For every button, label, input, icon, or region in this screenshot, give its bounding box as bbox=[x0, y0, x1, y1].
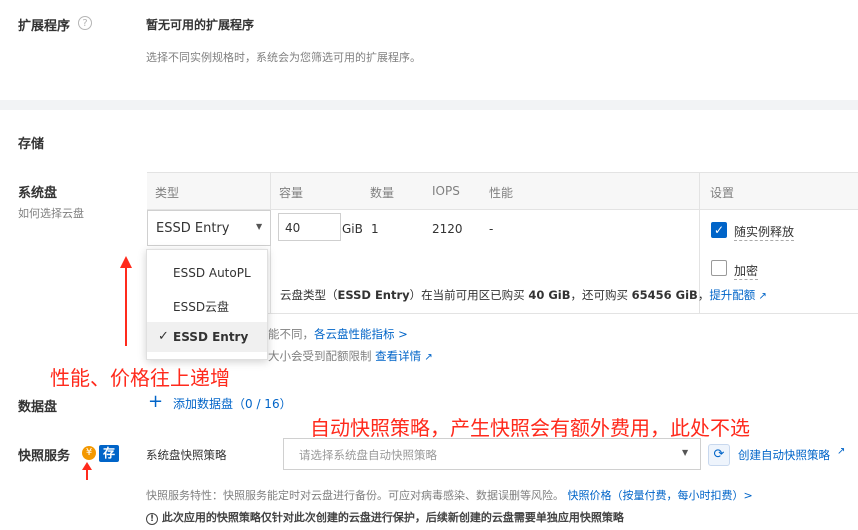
annotation-up-arrow-icon bbox=[120, 256, 132, 346]
view-details-link[interactable]: 查看详情 bbox=[375, 349, 421, 363]
encrypt-label: 加密 bbox=[734, 264, 759, 280]
caret-down-icon: ▼ bbox=[682, 448, 689, 457]
snapshot-policy-label: 系统盘快照策略 bbox=[146, 448, 227, 462]
dropdown-option[interactable]: ESSD AutoPL bbox=[147, 258, 267, 288]
feature-desc: 快照服务特性：快照服务能定时对云盘进行备份。可应对病毒感染、数据误删等风险。 bbox=[146, 489, 564, 502]
disk-iops: 2120 bbox=[432, 222, 463, 236]
encrypt-checkbox[interactable] bbox=[711, 260, 727, 276]
capacity-value: 40 bbox=[285, 221, 301, 235]
snapshot-policy-placeholder: 请选择系统盘自动快照策略 bbox=[299, 448, 437, 462]
add-data-disk-button[interactable]: 添加数据盘（0 / 16） bbox=[173, 395, 292, 412]
quota-text: ，还可购买 bbox=[570, 288, 632, 302]
annotation-small-arrow-icon bbox=[82, 462, 92, 480]
option-label: ESSD云盘 bbox=[173, 300, 230, 314]
section-divider bbox=[0, 100, 858, 110]
info-icon: ! bbox=[146, 513, 158, 525]
perf-metrics-link[interactable]: 各云盘性能指标 > bbox=[314, 327, 408, 341]
system-disk-label: 系统盘 bbox=[18, 186, 58, 201]
help-icon[interactable]: ? bbox=[78, 16, 92, 30]
extension-status: 暂无可用的扩展程序 bbox=[146, 18, 255, 32]
data-disk-label: 数据盘 bbox=[18, 400, 58, 415]
release-with-instance-label: 随实例释放 bbox=[734, 225, 795, 241]
create-snapshot-policy-link[interactable]: 创建自动快照策略 bbox=[738, 447, 830, 463]
storage-badge: 存 bbox=[99, 445, 119, 462]
how-to-choose-disk-link[interactable]: 如何选择云盘 bbox=[18, 205, 84, 221]
disk-type-value: ESSD Entry bbox=[156, 221, 230, 236]
col-type: 类型 bbox=[155, 186, 180, 200]
dropdown-option[interactable]: ESSD云盘 bbox=[147, 290, 267, 320]
release-with-instance-checkbox[interactable]: ✓ bbox=[711, 222, 727, 238]
col-iops: IOPS bbox=[432, 184, 460, 198]
quota-type: ESSD Entry bbox=[337, 288, 410, 302]
snapshot-service-label: 快照服务 bbox=[18, 449, 71, 464]
snapshot-policy-select[interactable]: 请选择系统盘自动快照策略 ▼ bbox=[283, 438, 701, 470]
option-label: ESSD Entry bbox=[173, 330, 249, 344]
limit-note: 大小会受到配额限制 查看详情 ↗ bbox=[268, 348, 433, 364]
extension-label: 扩展程序 bbox=[18, 19, 71, 34]
external-link-icon: ↗ bbox=[755, 291, 767, 302]
quota-text: ）在当前可用区已购买 bbox=[409, 288, 529, 302]
refresh-icon[interactable]: ⟳ bbox=[708, 444, 730, 466]
limit-note-text: 大小会受到配额限制 bbox=[268, 349, 372, 363]
disk-performance: - bbox=[489, 222, 494, 236]
quota-text: ， bbox=[697, 288, 710, 302]
col-settings: 设置 bbox=[710, 186, 735, 200]
quota-text: 云盘类型（ bbox=[280, 288, 338, 302]
disk-count: 1 bbox=[371, 222, 379, 236]
capacity-input[interactable]: 40 bbox=[278, 213, 341, 241]
col-capacity: 容量 bbox=[279, 186, 304, 200]
snapshot-feature-text: 快照服务特性：快照服务能定时对云盘进行备份。可应对病毒感染、数据误删等风险。 快… bbox=[146, 487, 753, 503]
storage-section-title: 存储 bbox=[18, 137, 45, 152]
perf-note: 能不同，各云盘性能指标 > bbox=[268, 326, 408, 342]
dropdown-option-selected[interactable]: ✓ ESSD Entry bbox=[147, 322, 267, 352]
perf-price-annotation: 性能、价格往上递增 bbox=[50, 366, 230, 390]
check-icon: ✓ bbox=[158, 329, 169, 344]
warning-text: 此次应用的快照策略仅针对此次创建的云盘进行保护，后续新创建的云盘需要单独应用快照… bbox=[161, 511, 624, 524]
plus-icon[interactable]: + bbox=[148, 391, 163, 412]
capacity-unit: GiB bbox=[342, 222, 363, 236]
quota-remain: 65456 GiB bbox=[631, 288, 698, 302]
quota-bought: 40 GiB bbox=[528, 288, 571, 302]
extension-note: 选择不同实例规格时，系统会为您筛选可用的扩展程序。 bbox=[146, 51, 421, 64]
external-link-icon: ↗ bbox=[421, 352, 433, 363]
yen-icon: ¥ bbox=[82, 446, 96, 460]
disk-type-select[interactable]: ESSD Entry ▼ bbox=[147, 210, 271, 246]
perf-note-text: 能不同， bbox=[268, 327, 314, 341]
col-count: 数量 bbox=[370, 186, 395, 200]
disk-type-dropdown: ESSD AutoPL ESSD云盘 ✓ ESSD Entry bbox=[146, 249, 268, 360]
option-label: ESSD AutoPL bbox=[173, 266, 251, 280]
col-performance: 性能 bbox=[489, 186, 514, 200]
caret-down-icon: ▼ bbox=[256, 222, 263, 231]
quota-info: 云盘类型（ESSD Entry）在当前可用区已购买 40 GiB，还可购买 65… bbox=[280, 287, 767, 303]
snapshot-warning: ! 此次应用的快照策略仅针对此次创建的云盘进行保护，后续新创建的云盘需要单独应用… bbox=[146, 509, 624, 525]
raise-quota-link[interactable]: 提升配额 bbox=[709, 288, 755, 302]
external-link-icon: ↗ bbox=[837, 446, 846, 457]
snapshot-price-link[interactable]: 快照价格（按量付费，每小时扣费）> bbox=[568, 489, 753, 502]
snapshot-annotation: 自动快照策略，产生快照会有额外费用，此处不选 bbox=[310, 416, 750, 440]
